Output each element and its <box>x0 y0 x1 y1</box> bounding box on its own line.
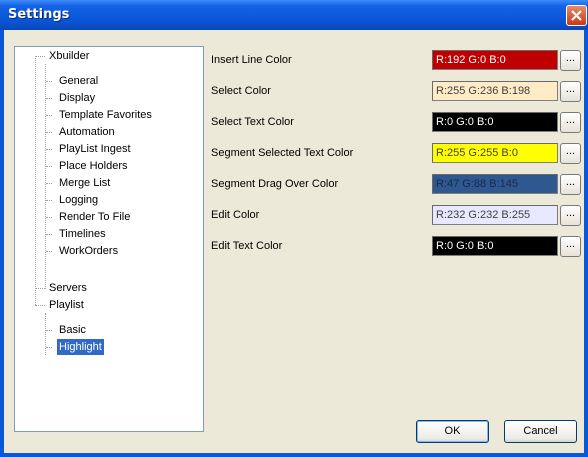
settings-tree[interactable]: Xbuilder General Display Template Favori… <box>14 46 204 432</box>
tree-node-general[interactable]: General <box>57 73 100 89</box>
tree-connector <box>46 115 52 116</box>
tree-connector <box>46 149 52 150</box>
segment-drag-over-color-browse-button[interactable]: ... <box>560 174 581 195</box>
tree-connector <box>35 56 36 305</box>
tree-node-template-favorites[interactable]: Template Favorites <box>57 107 154 123</box>
tree-connector <box>46 347 52 348</box>
tree-node-automation[interactable]: Automation <box>57 124 117 140</box>
edit-text-color-browse-button[interactable]: ... <box>560 236 581 257</box>
window-frame-right <box>584 30 588 457</box>
insert-line-color-browse-button[interactable]: ... <box>560 50 581 71</box>
cancel-button[interactable]: Cancel <box>504 420 577 443</box>
select-text-color-browse-button[interactable]: ... <box>560 112 581 133</box>
tree-node-basic[interactable]: Basic <box>57 322 88 338</box>
ok-button[interactable]: OK <box>416 420 489 443</box>
tree-node-timelines[interactable]: Timelines <box>57 226 108 242</box>
select-text-color-swatch[interactable]: R:0 G:0 B:0 <box>432 112 558 132</box>
edit-text-color-label: Edit Text Color <box>211 240 283 252</box>
tree-connector <box>46 200 52 201</box>
segment-selected-text-color-label: Segment Selected Text Color <box>211 147 354 159</box>
tree-node-workorders[interactable]: WorkOrders <box>57 243 120 259</box>
tree-node-playlist[interactable]: Playlist <box>47 297 86 313</box>
tree-node-merge-list[interactable]: Merge List <box>57 175 112 191</box>
tree-node-highlight-selected[interactable]: Highlight <box>57 339 104 355</box>
tree-connector <box>46 81 52 82</box>
close-button[interactable] <box>566 5 587 26</box>
tree-connector <box>35 305 45 306</box>
select-text-color-label: Select Text Color <box>211 116 294 128</box>
insert-line-color-label: Insert Line Color <box>211 54 292 66</box>
tree-connector <box>46 98 52 99</box>
title-bar[interactable]: Settings <box>0 0 588 30</box>
edit-color-label: Edit Color <box>211 209 260 221</box>
tree-connector <box>46 183 52 184</box>
segment-drag-over-color-swatch[interactable]: R:47 G:88 B:145 <box>432 174 558 194</box>
window-title: Settings <box>8 7 70 22</box>
tree-node-logging[interactable]: Logging <box>57 192 100 208</box>
dialog-client-area: Xbuilder General Display Template Favori… <box>4 30 584 453</box>
tree-node-display[interactable]: Display <box>57 90 97 106</box>
tree-connector <box>46 166 52 167</box>
tree-node-servers[interactable]: Servers <box>47 280 89 296</box>
tree-connector <box>46 217 52 218</box>
tree-node-xbuilder[interactable]: Xbuilder <box>47 48 91 64</box>
segment-drag-over-color-label: Segment Drag Over Color <box>211 178 339 190</box>
tree-node-place-holders[interactable]: Place Holders <box>57 158 129 174</box>
tree-connector <box>46 234 52 235</box>
select-color-swatch[interactable]: R:255 G:236 B:198 <box>432 81 558 101</box>
settings-window: Settings Xbuilder General Display Templa… <box>0 0 588 457</box>
window-frame-bottom <box>0 453 588 457</box>
select-color-browse-button[interactable]: ... <box>560 81 581 102</box>
segment-selected-text-color-swatch[interactable]: R:255 G:255 B:0 <box>432 143 558 163</box>
tree-connector <box>35 56 45 57</box>
segment-selected-text-color-browse-button[interactable]: ... <box>560 143 581 164</box>
edit-color-swatch[interactable]: R:232 G:232 B:255 <box>432 205 558 225</box>
tree-node-render-to-file[interactable]: Render To File <box>57 209 132 225</box>
tree-connector <box>35 288 45 289</box>
tree-connector <box>45 313 46 355</box>
select-color-label: Select Color <box>211 85 271 97</box>
insert-line-color-swatch[interactable]: R:192 G:0 B:0 <box>432 50 558 70</box>
tree-connector <box>46 330 52 331</box>
close-icon <box>571 10 582 21</box>
tree-connector <box>46 251 52 252</box>
tree-node-playlist-ingest[interactable]: PlayList Ingest <box>57 141 133 157</box>
edit-text-color-swatch[interactable]: R:0 G:0 B:0 <box>432 236 558 256</box>
edit-color-browse-button[interactable]: ... <box>560 205 581 226</box>
tree-connector <box>46 132 52 133</box>
